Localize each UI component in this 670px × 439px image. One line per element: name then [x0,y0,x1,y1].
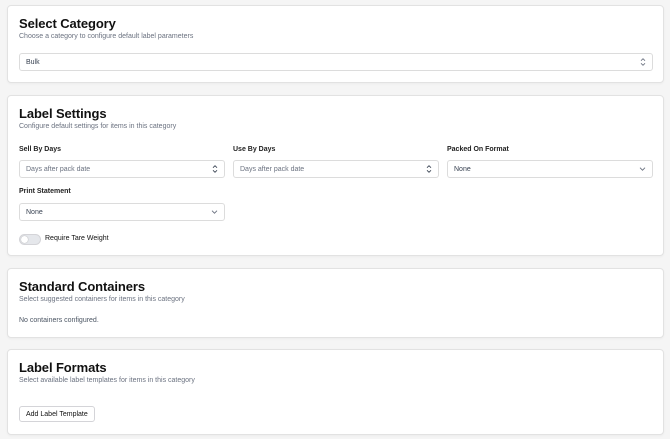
label-settings-subtitle: Configure default settings for items in … [19,123,177,130]
packed-on-label: Packed On Format [447,146,509,153]
label-settings-title: Label Settings [19,106,107,121]
print-statement-select[interactable]: None [19,203,225,221]
require-tare-weight-label: Require Tare Weight [45,235,109,242]
select-category-card: Select Category Choose a category to con… [7,5,664,83]
packed-on-value: None [454,165,471,173]
print-statement-value: None [26,208,43,216]
chevrons-up-down-icon [640,58,646,67]
chevrons-up-down-icon [212,165,218,174]
chevrons-up-down-icon [426,165,432,174]
category-select[interactable]: Bulk [19,53,653,71]
sell-by-input[interactable]: Days after pack date [19,160,225,178]
toggle-knob [21,236,28,243]
select-category-title: Select Category [19,16,116,31]
standard-containers-card: Standard Containers Select suggested con… [7,268,664,338]
sell-by-placeholder: Days after pack date [26,165,91,173]
use-by-placeholder: Days after pack date [240,165,305,173]
chevron-down-icon [211,210,218,215]
packed-on-select[interactable]: None [447,160,653,178]
label-formats-subtitle: Select available label templates for ite… [19,377,195,384]
standard-containers-subtitle: Select suggested containers for items in… [19,296,185,303]
label-formats-title: Label Formats [19,360,107,375]
chevron-down-icon [639,167,646,172]
standard-containers-title: Standard Containers [19,279,145,294]
sell-by-label: Sell By Days [19,146,62,153]
containers-empty-text: No containers configured. [19,317,99,324]
add-label-template-button[interactable]: Add Label Template [19,406,95,422]
select-category-subtitle: Choose a category to configure default l… [19,33,194,40]
label-formats-card: Label Formats Select available label tem… [7,349,664,435]
print-statement-label: Print Statement [19,188,71,195]
use-by-input[interactable]: Days after pack date [233,160,439,178]
category-select-value: Bulk [26,58,40,66]
use-by-label: Use By Days [233,146,276,153]
require-tare-weight-toggle[interactable] [19,234,41,245]
label-settings-card: Label Settings Configure default setting… [7,95,664,256]
